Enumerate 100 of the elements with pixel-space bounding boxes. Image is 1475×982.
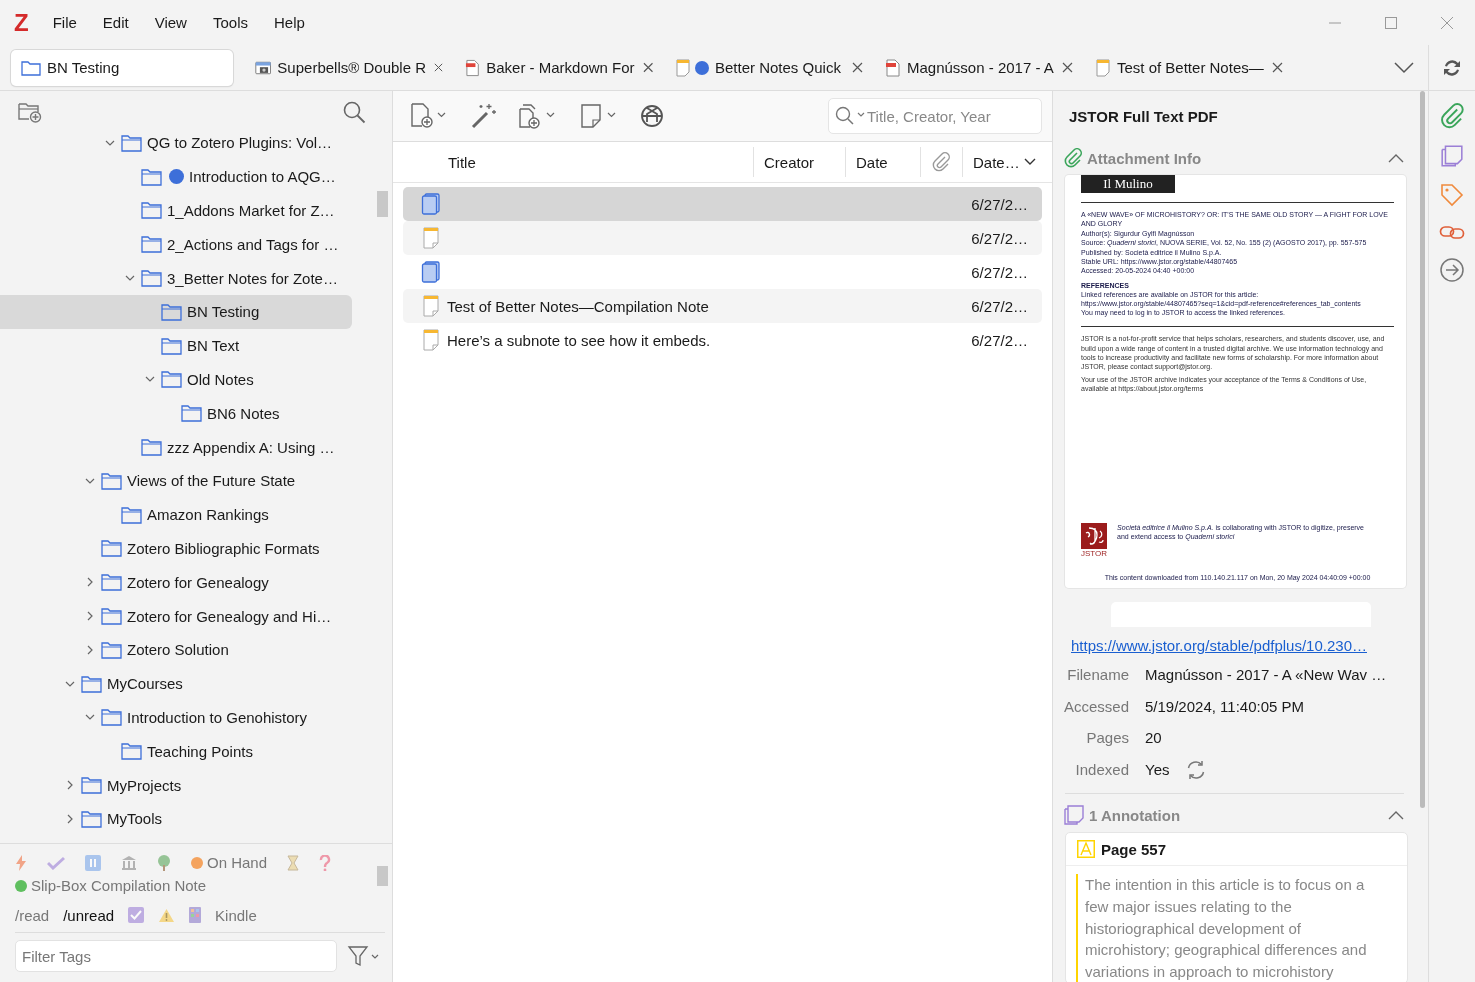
field-label: Pages bbox=[1085, 729, 1129, 747]
folder-icon bbox=[141, 201, 162, 220]
close-icon[interactable] bbox=[642, 62, 653, 73]
scrollbar-thumb[interactable] bbox=[377, 866, 388, 886]
folder-icon bbox=[181, 404, 202, 423]
collapse-chevron-icon[interactable] bbox=[1388, 810, 1404, 821]
pdf-icon bbox=[885, 58, 901, 77]
field-label: Filename bbox=[1066, 666, 1129, 684]
chevron-down-icon[interactable] bbox=[1394, 61, 1414, 74]
tab[interactable]: Magnússon - 2017 - A bbox=[875, 49, 1083, 86]
annotation-card[interactable] bbox=[1065, 832, 1408, 982]
column-header[interactable]: Creator bbox=[753, 147, 845, 177]
item-title: Test of Better Notes—Compilation Note bbox=[447, 297, 709, 315]
paperclip-icon[interactable] bbox=[1439, 103, 1465, 129]
item-date: 6/27/2… bbox=[971, 229, 1028, 247]
collection-item[interactable]: Zotero Solution bbox=[0, 632, 352, 667]
maximize-icon[interactable] bbox=[1384, 15, 1398, 30]
folder-icon bbox=[141, 235, 162, 254]
search-box[interactable]: Title, Creator, Year bbox=[828, 98, 1042, 134]
search-icon[interactable] bbox=[342, 100, 366, 124]
collection-item[interactable]: Introduction to Genohistory bbox=[0, 700, 352, 735]
folder-icon bbox=[81, 776, 102, 795]
note-icon bbox=[1095, 58, 1111, 77]
tab[interactable]: Baker - Markdown For bbox=[455, 49, 663, 86]
locate-icon[interactable] bbox=[1439, 257, 1465, 283]
folder-icon bbox=[21, 59, 41, 76]
chevron-icon[interactable] bbox=[85, 611, 95, 622]
scrollbar-thumb[interactable] bbox=[377, 191, 388, 217]
folder-icon bbox=[121, 505, 142, 524]
item-row[interactable]: Here’s a subnote to see how it embeds. 6/27/2… bbox=[403, 323, 1042, 357]
collection-item[interactable]: 1_Addons Market for Z… bbox=[0, 193, 352, 228]
column-header[interactable]: Date… bbox=[962, 147, 1052, 177]
collection-item[interactable]: QG to Zotero Plugins: Vol… bbox=[0, 133, 352, 160]
collapse-chevron-icon[interactable] bbox=[1388, 153, 1404, 163]
document-icon bbox=[421, 261, 441, 283]
collection-item[interactable]: zzz Appendix A: Using … bbox=[0, 430, 352, 464]
annotation-icon[interactable] bbox=[1440, 144, 1464, 168]
new-collection-icon[interactable] bbox=[17, 100, 43, 124]
pdf-icon bbox=[465, 58, 481, 77]
folder-icon bbox=[101, 471, 122, 490]
collection-item[interactable]: MyTools bbox=[0, 801, 352, 836]
folder-icon bbox=[101, 640, 122, 659]
collection-item[interactable]: BN6 Notes bbox=[0, 396, 352, 431]
item-row[interactable]: 6/27/2… bbox=[403, 255, 1042, 289]
collection-item[interactable]: BN Text bbox=[0, 328, 352, 363]
folder-icon bbox=[141, 438, 162, 457]
url-link[interactable]: https://www.jstor.org/stable/pdfplus/10.230… bbox=[1071, 637, 1367, 654]
column-header[interactable]: Date bbox=[845, 147, 920, 177]
filter-tags-field[interactable]: Filter Tags bbox=[15, 940, 337, 972]
collection-item[interactable]: BN Testing bbox=[0, 295, 352, 329]
item-date: 6/27/2… bbox=[971, 331, 1028, 349]
tab[interactable]: BN Testing bbox=[11, 49, 233, 86]
chevron-icon[interactable] bbox=[85, 577, 95, 588]
item-row[interactable]: 6/27/2… bbox=[403, 187, 1042, 221]
collection-item[interactable]: MyCourses bbox=[0, 666, 352, 701]
note-icon bbox=[421, 329, 441, 351]
tag[interactable]: /unread bbox=[63, 906, 115, 924]
collection-item[interactable]: Zotero for Genealogy bbox=[0, 565, 352, 600]
paperclip-icon bbox=[931, 152, 951, 172]
column-header[interactable]: Title bbox=[393, 147, 753, 177]
item-row[interactable]: Test of Better Notes—Compilation Note 6/27/2… bbox=[403, 289, 1042, 323]
filter-icon[interactable] bbox=[347, 945, 379, 967]
close-icon[interactable] bbox=[1272, 62, 1283, 73]
pdf-preview[interactable] bbox=[1065, 175, 1406, 588]
collection-item[interactable]: 2_Actions and Tags for … bbox=[0, 227, 352, 262]
annotation-icon bbox=[1063, 804, 1085, 827]
jstor-wordmark: JSTOR bbox=[1081, 548, 1108, 559]
close-icon[interactable] bbox=[434, 62, 443, 73]
collection-item[interactable]: Amazon Rankings bbox=[0, 497, 352, 532]
magic-wand-icon[interactable] bbox=[469, 102, 497, 130]
collection-item[interactable]: Old Notes bbox=[0, 362, 352, 397]
collection-item[interactable]: Views of the Future State bbox=[0, 463, 352, 498]
menu-item[interactable]: Tools bbox=[212, 14, 248, 31]
folder-icon bbox=[101, 708, 122, 727]
item-row[interactable]: 6/27/2… bbox=[403, 221, 1042, 255]
collection-item[interactable]: Zotero Bibliographic Formats bbox=[0, 531, 352, 566]
close-icon[interactable] bbox=[1062, 62, 1073, 73]
chevron-icon[interactable] bbox=[65, 813, 75, 824]
tab[interactable]: Better Notes Quick bbox=[665, 49, 873, 86]
tab[interactable]: Test of Better Notes— bbox=[1085, 49, 1293, 86]
search-field[interactable]: Title, Creator, Year bbox=[867, 99, 1041, 133]
item-date: 6/27/2… bbox=[971, 263, 1028, 281]
collection-item[interactable]: Introduction to AQG… bbox=[0, 159, 352, 194]
menu-item[interactable]: File bbox=[52, 14, 77, 31]
app-logo: Z bbox=[14, 8, 29, 37]
collection-item[interactable]: Teaching Points bbox=[0, 734, 352, 769]
scrollbar-thumb[interactable] bbox=[1420, 91, 1425, 808]
menu-item[interactable]: View bbox=[154, 14, 187, 31]
chevron-icon[interactable] bbox=[85, 644, 95, 655]
chevron-icon[interactable] bbox=[65, 780, 75, 791]
menu-item[interactable]: Edit bbox=[102, 14, 129, 31]
close-icon[interactable] bbox=[852, 62, 863, 73]
sort-chevron-icon bbox=[1023, 158, 1036, 166]
field-value: 20 bbox=[1145, 729, 1162, 747]
collection-item[interactable]: 3_Better Notes for Zote… bbox=[0, 261, 352, 295]
tab[interactable]: Superbells® Double R bbox=[245, 49, 453, 86]
collection-item[interactable]: Zotero for Genealogy and Hi… bbox=[0, 599, 352, 633]
menu-item[interactable]: Help bbox=[274, 14, 305, 31]
collection-item[interactable]: MyProjects bbox=[0, 768, 352, 802]
item-date: 6/27/2… bbox=[971, 297, 1028, 315]
